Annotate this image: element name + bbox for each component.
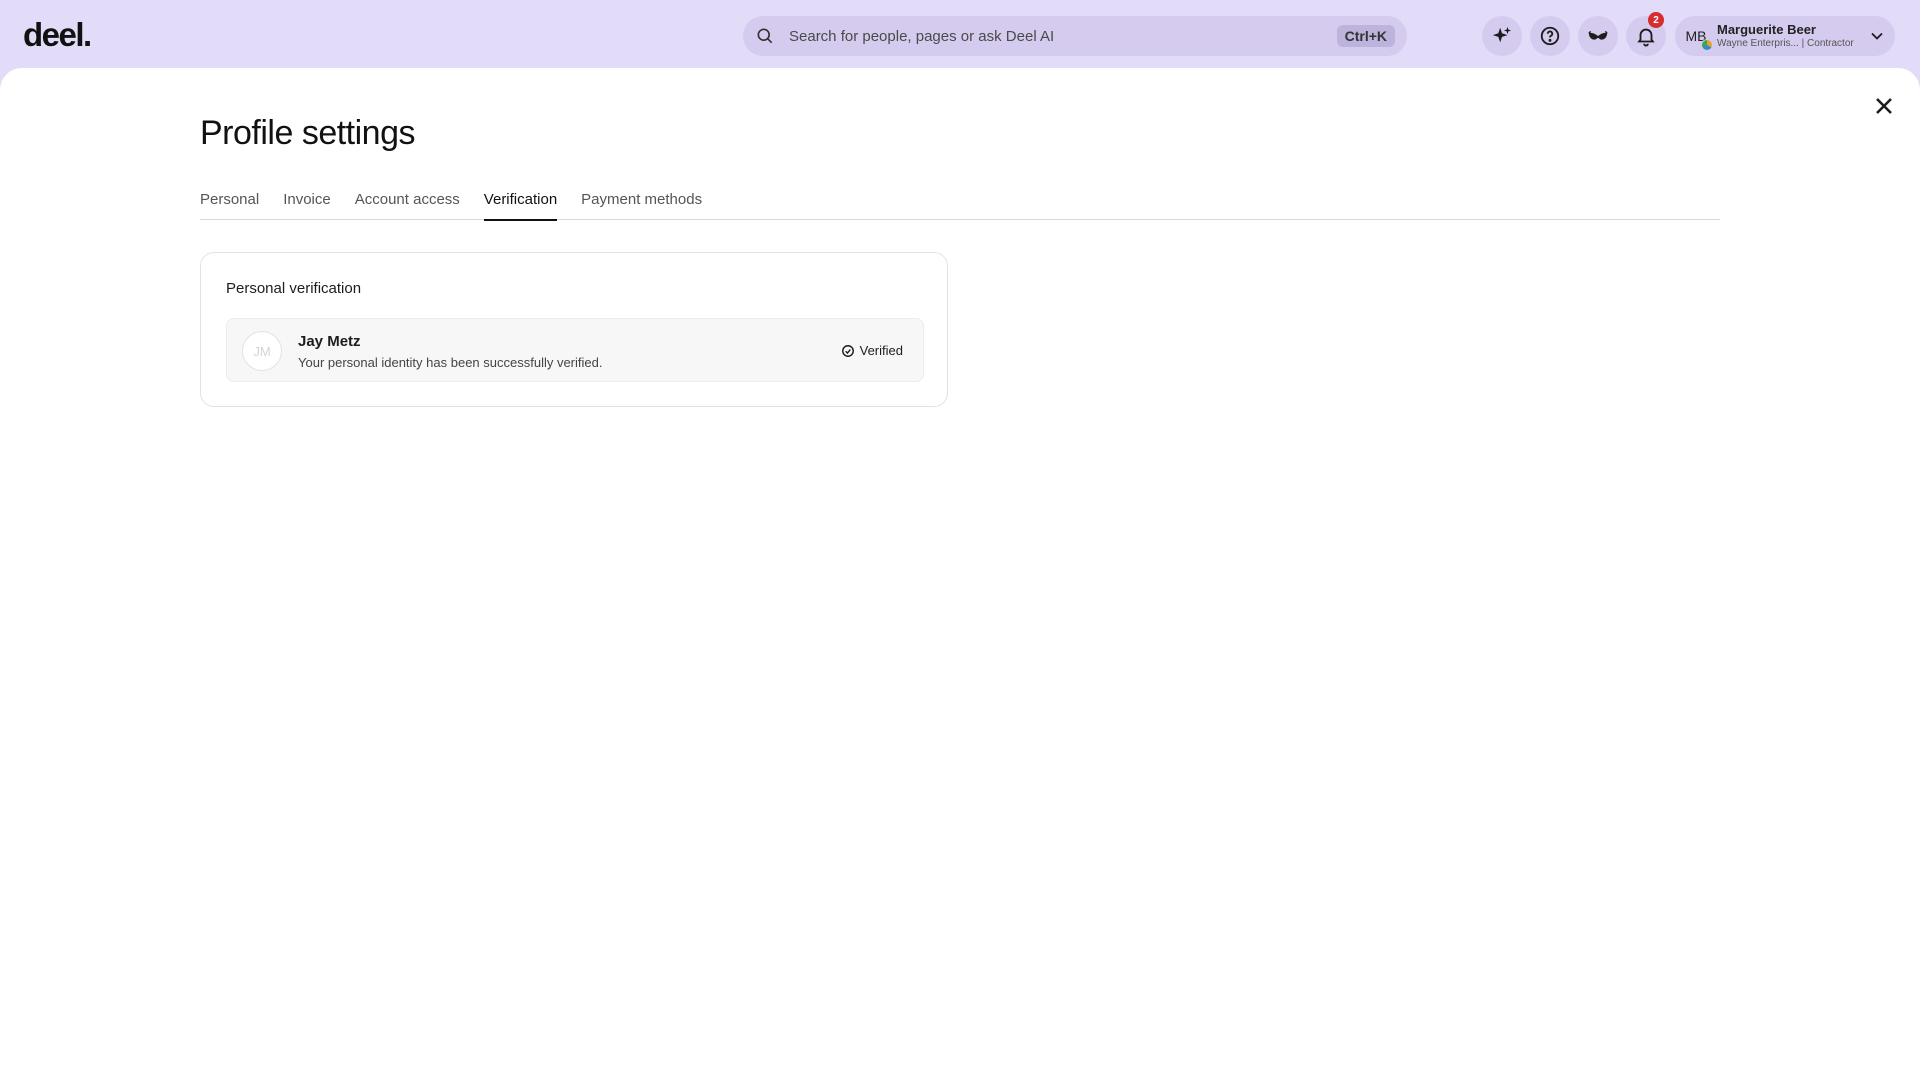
settings-tabs: Personal Invoice Account access Verifica… (200, 188, 1720, 221)
tab-payment-methods[interactable]: Payment methods (581, 188, 702, 220)
search-input[interactable]: Search for people, pages or ask Deel AI (789, 28, 1337, 45)
incognito-button[interactable] (1578, 16, 1618, 56)
user-name: Marguerite Beer (1717, 21, 1816, 37)
chevron-down-icon[interactable] (1867, 26, 1887, 46)
tab-verification[interactable]: Verification (483, 188, 558, 221)
deel-logo[interactable]: deel. (23, 16, 92, 54)
verification-description: Your personal identity has been successf… (298, 355, 603, 370)
search-bar[interactable]: Search for people, pages or ask Deel AI … (743, 16, 1407, 56)
top-bar: deel. Search for people, pages or ask De… (0, 0, 1920, 68)
personal-verification-card: Personal verification JM Jay Metz Your p… (200, 252, 948, 407)
org-flag-icon (1701, 39, 1713, 51)
help-icon (1540, 26, 1560, 46)
bell-icon (1637, 28, 1655, 47)
mask-icon (1588, 30, 1608, 40)
notification-badge: 2 (1648, 12, 1664, 28)
verified-status-badge: Verified (841, 343, 903, 358)
search-shortcut: Ctrl+K (1336, 25, 1395, 47)
section-title: Personal verification (226, 280, 362, 297)
ai-button[interactable] (1482, 16, 1522, 56)
tab-invoice[interactable]: Invoice (283, 188, 331, 220)
notifications-button[interactable]: 2 (1626, 12, 1666, 56)
check-circle-icon (841, 344, 854, 357)
profile-settings-panel: Profile settings Personal Invoice Accoun… (0, 68, 1920, 1080)
user-subtitle: Wayne Enterpris... | Contractor (1717, 37, 1854, 49)
person-avatar: JM (242, 331, 282, 371)
page-title: Profile settings (200, 114, 416, 152)
help-button[interactable] (1530, 16, 1570, 56)
verification-row: JM Jay Metz Your personal identity has b… (226, 318, 924, 382)
tab-personal[interactable]: Personal (200, 188, 259, 220)
tab-account-access[interactable]: Account access (355, 188, 460, 220)
user-avatar: MB (1681, 21, 1713, 51)
person-initials: JM (253, 343, 271, 359)
user-menu[interactable]: MB Marguerite Beer Wayne Enterpris... | … (1675, 16, 1895, 56)
verified-status-label: Verified (859, 343, 903, 358)
search-icon (757, 28, 773, 44)
person-name: Jay Metz (298, 333, 361, 350)
close-icon[interactable] (1870, 92, 1898, 120)
sparkle-icon (1492, 26, 1512, 43)
